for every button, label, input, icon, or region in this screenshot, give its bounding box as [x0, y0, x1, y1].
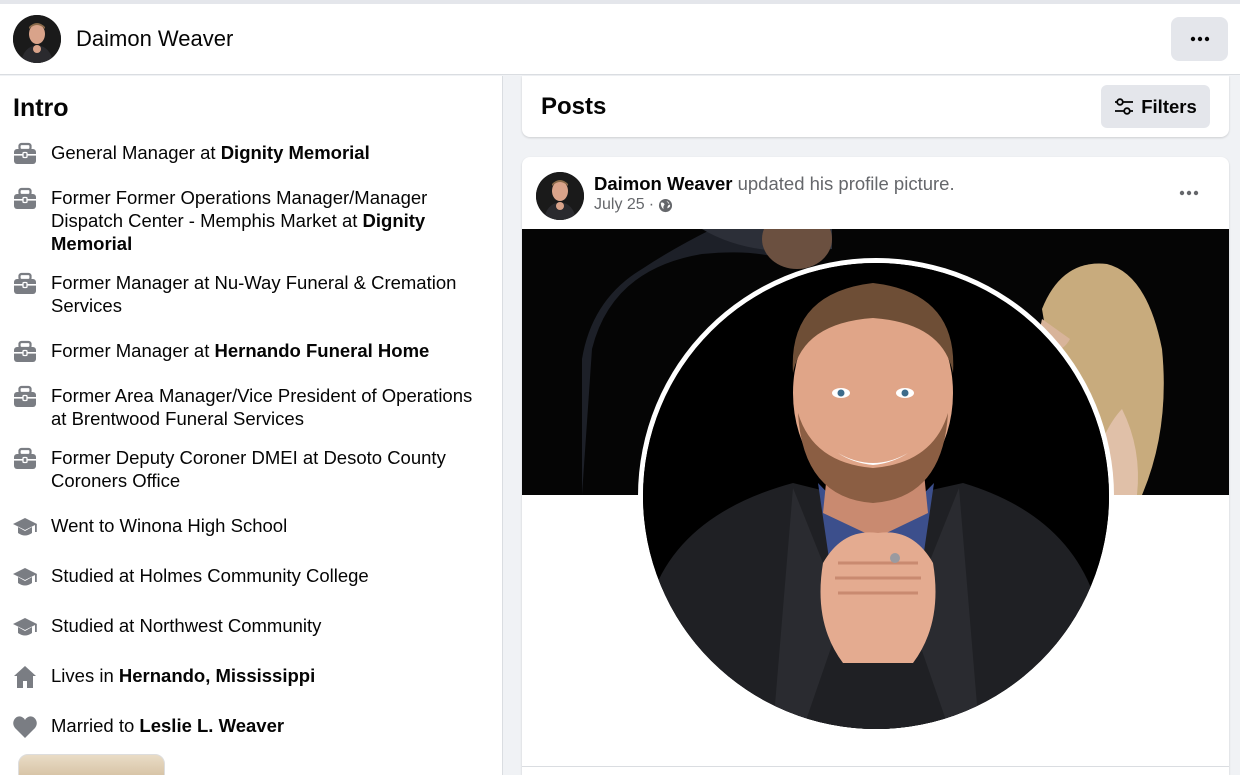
briefcase-icon: [14, 385, 36, 407]
post-headline: Daimon Weaver updated his profile pictur…: [594, 173, 955, 195]
profile-picture: [643, 263, 1109, 729]
intro-item-education: Studied at Holmes Community College: [12, 564, 492, 590]
intro-item-work: Former Deputy Coroner DMEI at Desoto Cou…: [12, 446, 492, 492]
heart-icon: [13, 716, 37, 738]
more-horizontal-icon: [1190, 36, 1209, 42]
intro-link[interactable]: Leslie L. Weaver: [139, 715, 284, 736]
graduation-cap-icon: [13, 568, 37, 586]
intro-item-text: Lives in Hernando, Mississippi: [51, 665, 316, 686]
intro-item-lives: Lives in Hernando, Mississippi: [12, 664, 492, 690]
post-more-button[interactable]: [1179, 183, 1207, 203]
briefcase-icon: [14, 447, 36, 469]
graduation-cap-icon: [13, 518, 37, 536]
filters-icon: [1115, 97, 1134, 115]
intro-item-text: Former Manager at Nu-Way Funeral & Crema…: [51, 272, 457, 316]
intro-item-text: Former Area Manager/Vice President of Op…: [51, 385, 473, 429]
intro-item-work: Former Area Manager/Vice President of Op…: [12, 384, 492, 430]
post-divider: [522, 766, 1229, 767]
intro-item-text: Former Manager at Hernando Funeral Home: [51, 340, 430, 361]
post-author-avatar[interactable]: [536, 172, 584, 220]
globe-icon: [658, 198, 673, 212]
profile-name[interactable]: Daimon Weaver: [76, 26, 233, 52]
briefcase-icon: [14, 142, 36, 164]
post-date[interactable]: July 25: [594, 196, 645, 214]
graduation-cap-icon: [13, 618, 37, 636]
intro-item-education: Went to Winona High School: [12, 514, 492, 540]
intro-item-relationship: Married to Leslie L. Weaver: [12, 714, 492, 740]
intro-link[interactable]: Dignity Memorial: [221, 142, 370, 163]
intro-item-text: General Manager at Dignity Memorial: [51, 142, 370, 163]
more-options-button[interactable]: [1171, 17, 1228, 61]
more-horizontal-icon: [1179, 190, 1199, 196]
intro-title: Intro: [13, 94, 69, 122]
posts-title: Posts: [541, 93, 607, 120]
briefcase-icon: [14, 187, 36, 209]
profile-avatar[interactable]: [13, 15, 61, 63]
intro-item-text: Studied at Northwest Community: [51, 615, 322, 636]
intro-link[interactable]: Hernando, Mississippi: [119, 665, 315, 686]
briefcase-icon: [14, 272, 36, 294]
intro-item-work: Former Manager at Hernando Funeral Home: [12, 339, 492, 365]
filters-button[interactable]: Filters: [1101, 85, 1210, 128]
intro-item-text: Studied at Holmes Community College: [51, 565, 369, 586]
post-meta: July 25 ·: [594, 196, 673, 214]
intro-item-text: Married to Leslie L. Weaver: [51, 715, 285, 736]
intro-item-education: Studied at Northwest Community: [12, 614, 492, 640]
meta-separator: ·: [648, 196, 655, 213]
post-action-text: updated his profile picture.: [732, 173, 955, 194]
briefcase-icon: [14, 340, 36, 362]
post-author-name[interactable]: Daimon Weaver: [594, 173, 732, 194]
intro-item-text: Former Deputy Coroner DMEI at Desoto Cou…: [51, 447, 446, 491]
intro-panel: Intro General Manager at Dignity Memoria…: [0, 76, 503, 775]
intro-item-work: Former Manager at Nu-Way Funeral & Crema…: [12, 271, 492, 317]
profile-picture-frame[interactable]: [638, 258, 1114, 734]
post-card: Daimon Weaver updated his profile pictur…: [522, 157, 1229, 775]
intro-item-text: Former Former Operations Manager/Manager…: [51, 187, 428, 254]
home-icon: [14, 666, 36, 688]
featured-photo-thumbnail[interactable]: [18, 754, 165, 775]
profile-header: Daimon Weaver: [0, 0, 1240, 75]
intro-item-text: Went to Winona High School: [51, 515, 288, 536]
filters-label: Filters: [1141, 95, 1197, 117]
intro-link[interactable]: Hernando Funeral Home: [214, 340, 429, 361]
intro-item-work: Former Former Operations Manager/Manager…: [12, 186, 492, 255]
intro-item-work: General Manager at Dignity Memorial: [12, 141, 492, 167]
posts-header: Posts Filters: [522, 76, 1229, 137]
